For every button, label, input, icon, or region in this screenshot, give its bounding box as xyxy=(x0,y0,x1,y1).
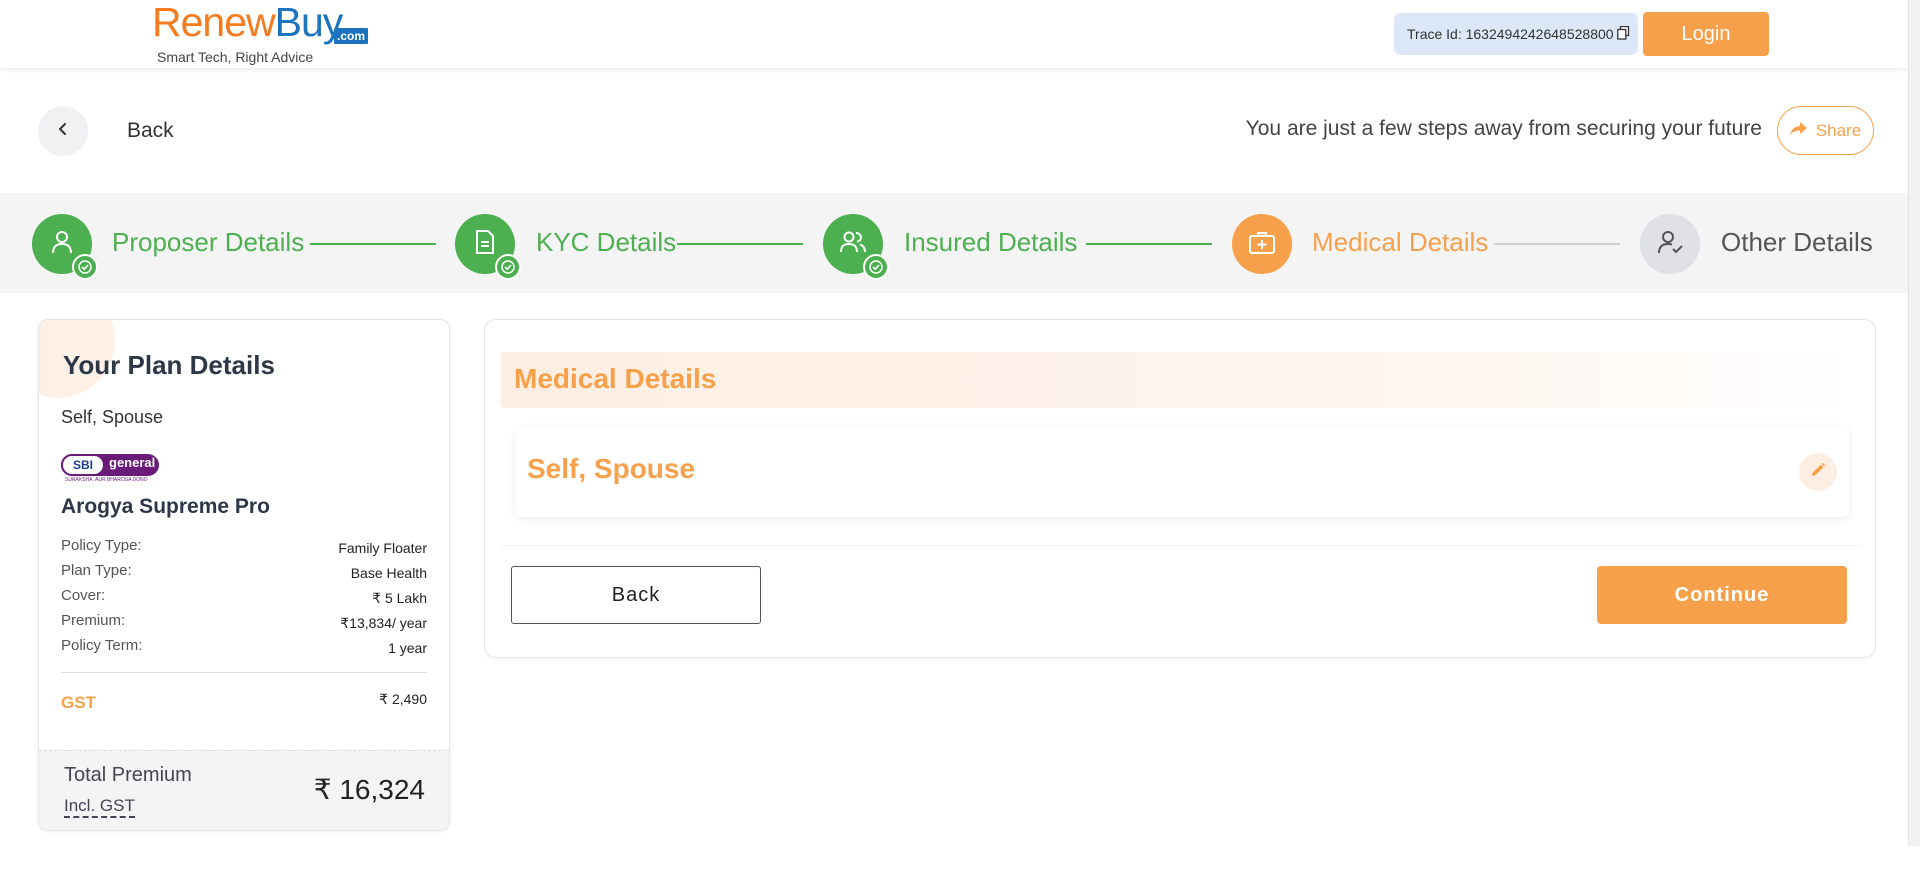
gst-label: GST xyxy=(61,693,96,712)
share-button[interactable]: Share xyxy=(1777,106,1874,155)
copy-icon[interactable] xyxy=(1616,25,1630,43)
divider xyxy=(61,672,427,673)
user-check-icon xyxy=(1656,229,1684,260)
step-other-details[interactable] xyxy=(1640,214,1700,274)
check-icon xyxy=(72,254,98,280)
step-connector xyxy=(310,243,436,245)
login-button[interactable]: Login xyxy=(1643,12,1769,56)
total-premium-amount: ₹ 16,324 xyxy=(313,774,425,805)
total-premium-label: Total Premium xyxy=(64,764,192,786)
detail-key: Cover: xyxy=(61,587,106,604)
trace-id-text: Trace Id: 1632494242648528800 xyxy=(1407,26,1614,42)
step-label-insured: Insured Details xyxy=(904,227,1078,257)
logo-buy: Buy xyxy=(274,0,344,45)
continue-button[interactable]: Continue xyxy=(1597,566,1847,624)
step-connector xyxy=(677,243,803,245)
progress-tagline: You are just a few steps away from secur… xyxy=(1245,117,1762,140)
section-title: Medical Details xyxy=(514,363,717,394)
plan-details-card: Your Plan Details Self, Spouse SBI gener… xyxy=(38,319,450,831)
logo-wordmark: RenewBuy xyxy=(152,0,344,45)
top-header: RenewBuy .com Smart Tech, Right Advice T… xyxy=(0,0,1908,68)
step-label-kyc: KYC Details xyxy=(536,227,677,257)
detail-key: Plan Type: xyxy=(61,562,132,579)
divider xyxy=(501,545,1861,546)
plan-card-title: Your Plan Details xyxy=(63,350,275,380)
insurer-logo-slogan: SURAKSHA, AUR BHAROSA DONO xyxy=(65,477,148,483)
section-header: Medical Details xyxy=(501,352,1861,408)
page: RenewBuy .com Smart Tech, Right Advice T… xyxy=(0,0,1920,869)
logo-tagline: Smart Tech, Right Advice xyxy=(157,49,314,65)
insurer-logo: SBI general SURAKSHA, AUR BHAROSA DONO xyxy=(61,454,161,486)
step-label-other: Other Details xyxy=(1721,227,1873,257)
detail-value: 1 year xyxy=(388,640,427,656)
gst-value: ₹ 2,490 xyxy=(379,691,427,707)
insurer-logo-general: general xyxy=(109,455,156,470)
member-card: Self, Spouse xyxy=(515,427,1849,517)
users-icon xyxy=(839,229,867,260)
logo-com-badge: .com xyxy=(334,28,369,44)
check-icon xyxy=(495,254,521,280)
detail-value: ₹ 5 Lakh xyxy=(372,590,427,606)
incl-gst-tooltip-trigger[interactable]: Incl. GST xyxy=(64,796,135,818)
detail-value: ₹13,834/ year xyxy=(340,615,427,631)
share-icon xyxy=(1789,121,1808,141)
step-connector xyxy=(1086,243,1212,245)
step-kyc-details[interactable] xyxy=(455,214,521,280)
step-insured-details[interactable] xyxy=(823,214,889,280)
medical-details-card: Medical Details Self, Spouse Back Contin… xyxy=(484,319,1876,658)
plan-members: Self, Spouse xyxy=(61,407,164,427)
renewbuy-logo[interactable]: RenewBuy .com Smart Tech, Right Advice xyxy=(152,0,372,68)
user-icon xyxy=(49,229,75,260)
back-arrow-button[interactable] xyxy=(38,106,88,156)
detail-key: Policy Term: xyxy=(61,637,143,654)
detail-key: Premium: xyxy=(61,612,126,629)
detail-key: Policy Type: xyxy=(61,537,142,554)
edit-button[interactable] xyxy=(1799,453,1837,491)
check-icon xyxy=(863,254,889,280)
medical-kit-icon xyxy=(1248,229,1276,260)
step-medical-details[interactable] xyxy=(1232,214,1292,274)
page-scrollbar[interactable] xyxy=(1908,0,1920,846)
chevron-left-icon xyxy=(57,122,69,141)
detail-row: Premium: ₹13,834/ year xyxy=(61,612,427,632)
detail-row: Policy Term: 1 year xyxy=(61,637,427,657)
member-name: Self, Spouse xyxy=(527,453,696,484)
back-link[interactable]: Back xyxy=(127,119,174,143)
total-premium-box: Total Premium Incl. GST ₹ 16,324 xyxy=(39,750,449,830)
detail-row: Policy Type: Family Floater xyxy=(61,537,427,557)
logo-renew: Renew xyxy=(152,0,276,45)
insurer-logo-sbi: SBI xyxy=(61,454,105,476)
pencil-icon xyxy=(1810,462,1826,483)
plan-name: Arogya Supreme Pro xyxy=(61,495,270,518)
trace-id-badge: Trace Id: 1632494242648528800 xyxy=(1394,13,1638,55)
detail-value: Base Health xyxy=(350,565,427,581)
detail-value: Family Floater xyxy=(338,540,427,556)
detail-row: Plan Type: Base Health xyxy=(61,562,427,582)
back-button[interactable]: Back xyxy=(511,566,761,624)
step-connector xyxy=(1494,243,1620,245)
document-icon xyxy=(474,229,496,260)
detail-row: Cover: ₹ 5 Lakh xyxy=(61,587,427,607)
step-label-proposer: Proposer Details xyxy=(112,227,305,257)
share-label: Share xyxy=(1815,120,1862,140)
progress-stepper: Proposer Details KYC Details Insured Det… xyxy=(0,193,1908,293)
step-label-medical: Medical Details xyxy=(1312,227,1489,257)
step-proposer-details[interactable] xyxy=(32,214,98,280)
